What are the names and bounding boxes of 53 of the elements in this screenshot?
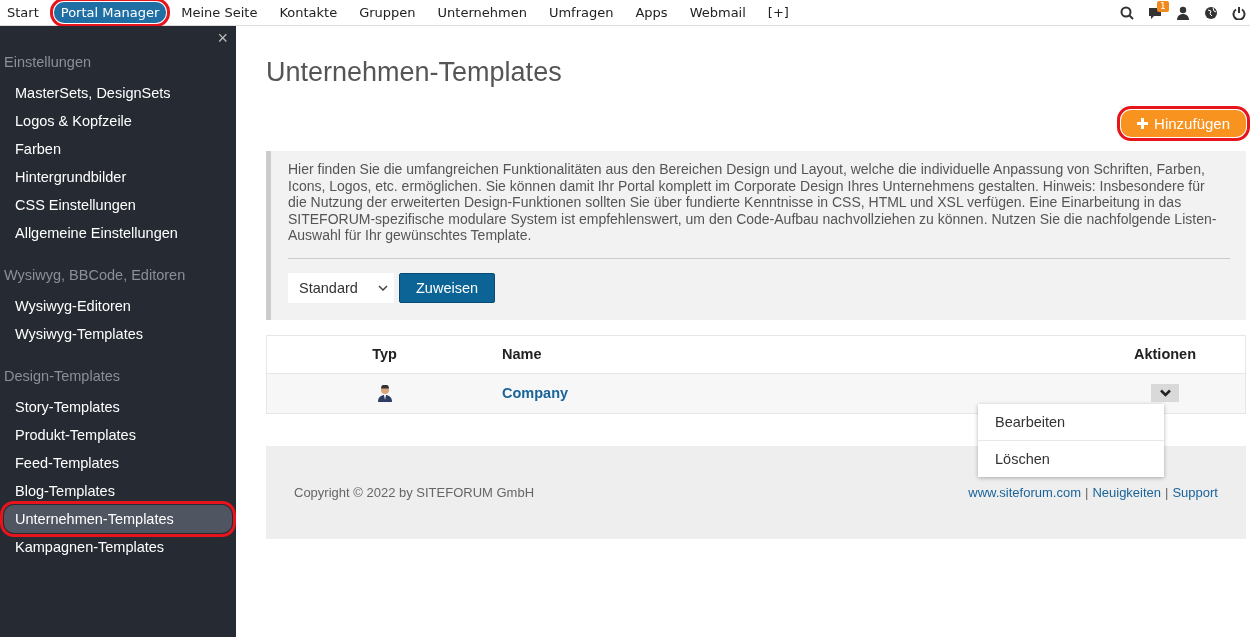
info-text: Hier finden Sie die umfangreichen Funktionalitäten aus den Bereichen Design und Layout, welche die individuelle Anpassung von Schriften, Farben, Icons, Logos, etc. ermöglichen. Sie können damit Ihr Portal komplett im Corporate Design Ihres Unternehmens gestalten. Hinweis: Insbesondere für die Nutzung der erweiterten Design-Funktionen sollten Sie über fundierte Kenntnisse in CSS, HTML und XSL verfügen. Eine Einarbeitung in das SITEFORUM-spezifische modulare System ist empfehlenswert, um den Code-Aufbau nachvollziehen zu können. Nutzen Sie die nachfolgende Listen-Auswahl für Ihr gewünschtes Template.	[288, 161, 1218, 244]
sidebar-item[interactable]: CSS Einstellungen	[4, 191, 232, 219]
sidebar-item[interactable]: Kampagnen-Templates	[4, 533, 232, 561]
footer-link[interactable]: Support	[1172, 484, 1218, 500]
column-header: Typ	[371, 346, 398, 362]
section-heading: Wysiwyg, BBCode, Editoren	[3, 266, 187, 285]
sidebar-item[interactable]: Wysiwyg-Templates	[4, 320, 232, 348]
separator: |	[1165, 484, 1169, 500]
nav-link[interactable]: Umfragen	[541, 2, 621, 23]
section-heading: Design-Templates	[3, 367, 122, 386]
separator: |	[1085, 484, 1089, 500]
sidebar-item[interactable]: MasterSets, DesignSets	[4, 79, 232, 107]
sidebar-item[interactable]: Logos & Kopfzeile	[4, 107, 232, 135]
template-select[interactable]: Standard	[288, 272, 394, 303]
sidebar-item[interactable]: Produkt-Templates	[4, 421, 232, 449]
copyright-text: Copyright © 2022 by SITEFORUM GmbH	[294, 484, 535, 500]
notification-badge: 1	[1157, 0, 1169, 12]
user-icon[interactable]	[1176, 5, 1190, 20]
power-icon[interactable]	[1232, 5, 1246, 20]
template-name-link[interactable]: Company	[502, 385, 569, 401]
globe-icon[interactable]	[1204, 5, 1218, 20]
nav-link[interactable]: Meine Seite	[174, 2, 265, 23]
person-icon	[376, 384, 393, 402]
nav-link[interactable]: Kontakte	[272, 2, 345, 23]
sidebar-item[interactable]: Farben	[4, 135, 232, 163]
chevron-down-icon	[1159, 389, 1171, 397]
nav-link[interactable]: Apps	[628, 2, 675, 23]
sidebar-item[interactable]: Blog-Templates	[4, 477, 232, 505]
menu-item[interactable]: Löschen	[978, 440, 1164, 477]
nav-link[interactable]: [+]	[760, 2, 796, 23]
sidebar-item[interactable]: Wysiwyg-Editoren	[4, 292, 232, 320]
nav-link[interactable]: Gruppen	[352, 2, 423, 23]
footer-link[interactable]: www.siteforum.com	[968, 484, 1081, 500]
sidebar-item[interactable]: Allgemeine Einstellungen	[4, 219, 232, 247]
chevron-down-icon	[378, 284, 388, 291]
nav-link[interactable]: Portal Manager	[53, 2, 167, 23]
sidebar-item[interactable]: Feed-Templates	[4, 449, 232, 477]
column-header: Name	[502, 346, 543, 362]
page-title: Unternehmen-Templates	[266, 57, 563, 88]
sidebar-item[interactable]: Hintergrundbilder	[4, 163, 232, 191]
assign-button[interactable]: Zuweisen	[399, 272, 496, 303]
section-heading: Einstellungen	[3, 53, 93, 72]
actions-toggle[interactable]	[1151, 384, 1179, 402]
menu-item[interactable]: Bearbeiten	[978, 403, 1164, 441]
footer-link[interactable]: Neuigkeiten	[1092, 484, 1162, 500]
nav-link[interactable]: Webmail	[682, 2, 753, 23]
zoom-icon[interactable]	[1120, 5, 1134, 20]
nav-link[interactable]: Unternehmen	[430, 2, 534, 23]
sidebar-item[interactable]: Story-Templates	[4, 393, 232, 421]
close-button[interactable]: ×	[217, 28, 228, 48]
plus-icon	[1137, 118, 1149, 129]
column-header: Aktionen	[1133, 346, 1197, 362]
nav-link[interactable]: Start	[0, 2, 46, 23]
